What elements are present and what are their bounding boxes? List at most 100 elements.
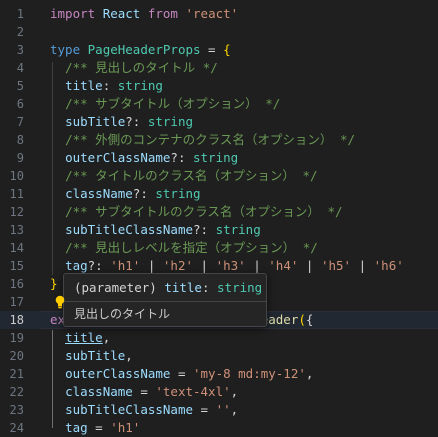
code-line[interactable]: 6 /** サブタイトル（オプション） */ <box>0 95 438 113</box>
code-token: /** 見出しのタイトル */ <box>65 60 218 75</box>
line-number: 17 <box>9 295 24 309</box>
line-number: 19 <box>9 331 24 345</box>
code-text[interactable]: subTitle, <box>50 347 133 365</box>
line-number: 14 <box>9 241 24 255</box>
code-token: string <box>117 78 163 93</box>
code-line[interactable]: 4 /** 見出しのタイトル */ <box>0 59 438 77</box>
line-number: 1 <box>16 7 24 21</box>
line-number: 10 <box>9 169 24 183</box>
tooltip-param-name: title <box>164 280 202 295</box>
code-token: } <box>50 276 58 291</box>
code-token: className <box>65 384 133 399</box>
code-token: string <box>215 222 261 237</box>
code-line[interactable]: 23 subTitleClassName = '', <box>0 401 438 419</box>
code-text[interactable]: outerClassName?: string <box>50 149 238 167</box>
code-token: import <box>50 6 96 21</box>
code-text[interactable]: subTitleClassName?: string <box>50 221 261 239</box>
code-line[interactable]: 9 outerClassName?: string <box>0 149 438 167</box>
code-text[interactable]: /** サブタイトル（オプション） */ <box>50 95 280 113</box>
line-number: 18 <box>9 313 24 327</box>
code-text[interactable]: outerClassName = 'my-8 md:my-12', <box>50 365 313 383</box>
code-token: title <box>65 330 103 345</box>
code-line[interactable]: 5 title: string <box>0 77 438 95</box>
code-text[interactable]: /** 見出しレベルを指定（オプション） */ <box>50 239 318 257</box>
code-line[interactable]: 21 outerClassName = 'my-8 md:my-12', <box>0 365 438 383</box>
line-number: 9 <box>16 151 24 165</box>
code-token: string <box>147 114 194 129</box>
line-number: 12 <box>9 205 24 219</box>
code-token: '' <box>215 402 231 417</box>
code-token: = <box>200 42 224 57</box>
code-token: /** サブタイトル（オプション） */ <box>65 96 281 111</box>
line-number: 24 <box>9 421 24 435</box>
code-text[interactable]: title, <box>50 329 110 347</box>
code-line[interactable]: 7 subTitle?: string <box>0 113 438 131</box>
code-token: : <box>102 78 118 93</box>
code-line[interactable]: 12 /** サブタイトルのクラス名（オプション） */ <box>0 203 438 221</box>
code-token: /** タイトルのクラス名（オプション） */ <box>65 168 318 183</box>
line-number: 11 <box>9 187 24 201</box>
line-number: 2 <box>16 25 24 39</box>
line-number: 5 <box>16 79 24 93</box>
code-line[interactable]: 19 title, <box>0 329 438 347</box>
code-token: = <box>170 366 193 381</box>
code-line[interactable]: 10 /** タイトルのクラス名（オプション） */ <box>0 167 438 185</box>
code-token: subTitle <box>65 348 126 363</box>
code-token: , <box>230 402 239 417</box>
line-number: 23 <box>9 403 24 417</box>
line-number: 4 <box>16 61 24 75</box>
code-text[interactable]: subTitle?: string <box>50 113 193 131</box>
code-line[interactable]: 8 /** 外側のコンテナのクラス名（オプション） */ <box>0 131 438 149</box>
code-line[interactable]: 20 subTitle, <box>0 347 438 365</box>
line-number: 13 <box>9 223 24 237</box>
tooltip-type: string <box>217 280 263 295</box>
code-line[interactable]: 14 /** 見出しレベルを指定（オプション） */ <box>0 239 438 257</box>
code-line[interactable]: 1 import React from 'react' <box>0 5 438 23</box>
code-token: outerClassName <box>65 366 171 381</box>
code-text[interactable]: subTitleClassName = '', <box>50 401 238 419</box>
code-line[interactable]: 3 type PageHeaderProps = { <box>0 41 438 59</box>
code-token: /** サブタイトルのクラス名（オプション） */ <box>65 204 343 219</box>
code-token: className <box>65 186 133 201</box>
code-line[interactable]: 11 className?: string <box>0 185 438 203</box>
code-text[interactable]: import React from 'react' <box>50 5 238 23</box>
code-text[interactable]: className?: string <box>50 185 200 203</box>
code-text[interactable]: /** 見出しのタイトル */ <box>50 59 218 77</box>
code-token: from <box>147 6 178 21</box>
line-number: 20 <box>9 349 24 363</box>
code-line[interactable]: 22 className = 'text-4xl', <box>0 383 438 401</box>
code-line[interactable]: 13 subTitleClassName?: string <box>0 221 438 239</box>
code-token: 'h3' <box>215 258 246 273</box>
code-token: 'h5' <box>320 258 352 273</box>
code-text[interactable]: tag = 'h1' <box>50 419 140 437</box>
code-line[interactable]: 2 <box>0 23 438 41</box>
tooltip-colon: : <box>201 280 210 295</box>
code-text[interactable]: /** タイトルのクラス名（オプション） */ <box>50 167 318 185</box>
code-line[interactable]: 24 tag = 'h1' <box>0 419 438 437</box>
code-text[interactable]: /** サブタイトルのクラス名（オプション） */ <box>50 203 343 221</box>
code-text[interactable]: title: string <box>50 77 163 95</box>
code-editor[interactable]: 1 import React from 'react' 2 3 type PageHea… <box>0 0 438 435</box>
code-text[interactable]: /** 外側のコンテナのクラス名（オプション） */ <box>50 131 355 149</box>
code-text[interactable]: className = 'text-4xl', <box>50 383 238 401</box>
code-token: ?: <box>132 186 156 201</box>
lightbulb-icon[interactable] <box>54 295 66 309</box>
code-text[interactable]: type PageHeaderProps = { <box>50 41 231 59</box>
code-token: , <box>102 330 111 345</box>
code-text[interactable]: } <box>50 275 58 293</box>
line-number: 6 <box>16 97 24 111</box>
